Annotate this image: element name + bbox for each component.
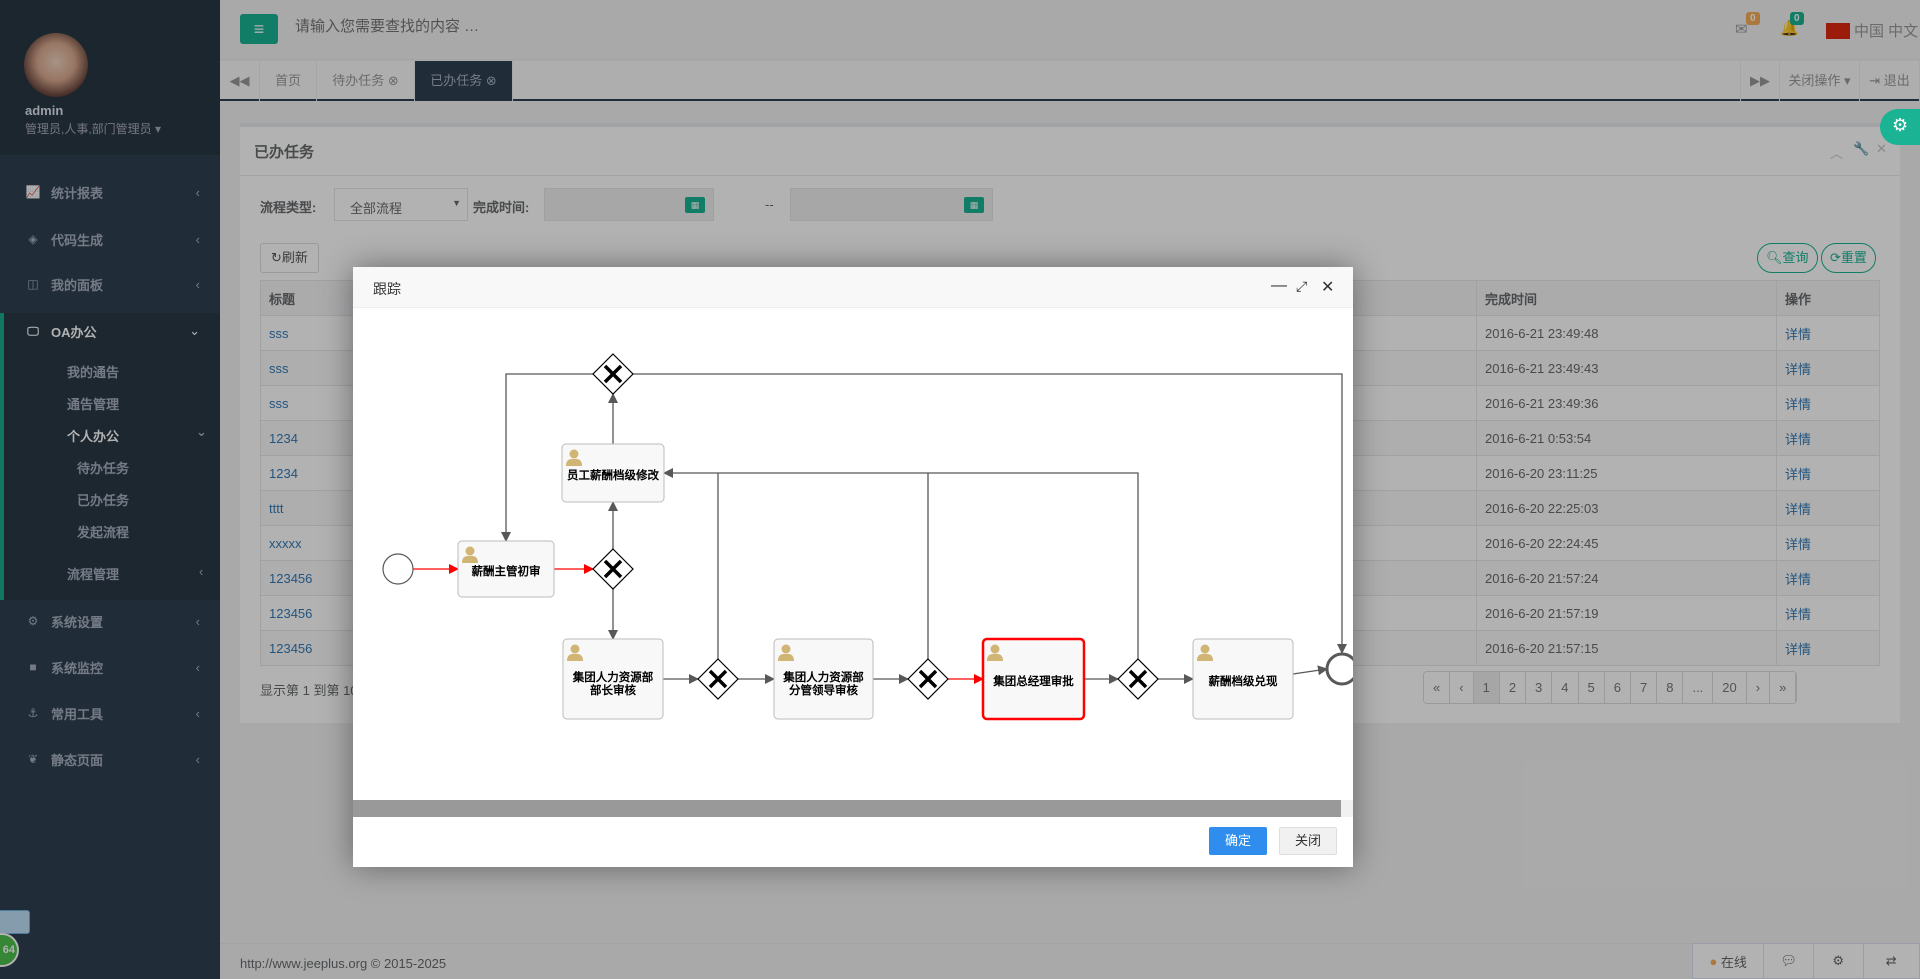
- user-task[interactable]: 薪酬档级兑现: [1192, 638, 1294, 720]
- close-icon[interactable]: ✕: [1321, 277, 1334, 297]
- gear-icon: ⚙: [1892, 115, 1909, 135]
- task-label: 集团人力资源部: [572, 670, 654, 684]
- task-label: 员工薪酬档级修改: [567, 468, 659, 482]
- sequence-flow: [1292, 665, 1328, 676]
- confirm-button[interactable]: 确定: [1209, 827, 1267, 855]
- process-diagram: 薪酬主管初审员工薪酬档级修改集团人力资源部部长审核集团人力资源部分管领导审核集团…: [382, 353, 1353, 721]
- exclusive-gateway: [1117, 658, 1159, 700]
- start-event: [382, 553, 414, 585]
- maximize-icon[interactable]: ⤢: [1296, 278, 1307, 295]
- modal-header: 跟踪 — ⤢ ✕: [353, 267, 1353, 308]
- close-button[interactable]: 关闭: [1279, 827, 1337, 855]
- exclusive-gateway: [592, 353, 634, 395]
- user-task[interactable]: 集团人力资源部分管领导审核: [773, 638, 874, 720]
- end-event: [1325, 652, 1353, 686]
- exclusive-gateway: [697, 658, 739, 700]
- exclusive-gateway: [907, 658, 949, 700]
- user-task[interactable]: 员工薪酬档级修改: [561, 443, 665, 503]
- sequence-flow: [663, 468, 1139, 659]
- task-label: 薪酬主管初审: [472, 564, 541, 578]
- task-label: 集团总经理审批: [992, 674, 1074, 688]
- modal-title: 跟踪: [373, 281, 401, 297]
- exclusive-gateway: [592, 548, 634, 590]
- task-label: 薪酬档级兑现: [1209, 674, 1278, 688]
- trace-modal: 跟踪 — ⤢ ✕ 薪酬主管初审 员工薪酬档级修改 集团人力资源部 部长审核 集团人力资源…: [353, 267, 1353, 867]
- sequence-flow: [633, 373, 1347, 654]
- horizontal-scrollbar[interactable]: [353, 800, 1341, 817]
- user-task-active[interactable]: 集团总经理审批: [981, 637, 1086, 721]
- theme-settings-button[interactable]: ⚙: [1880, 109, 1920, 145]
- task-label: 部长审核: [590, 683, 636, 697]
- user-task[interactable]: 集团人力资源部部长审核: [562, 638, 664, 720]
- minimize-icon[interactable]: —: [1271, 277, 1287, 295]
- task-label: 集团人力资源部: [782, 670, 864, 684]
- task-label: 分管领导审核: [789, 683, 858, 697]
- scrollbar-track[interactable]: [1341, 800, 1353, 817]
- user-task[interactable]: 薪酬主管初审: [457, 540, 555, 598]
